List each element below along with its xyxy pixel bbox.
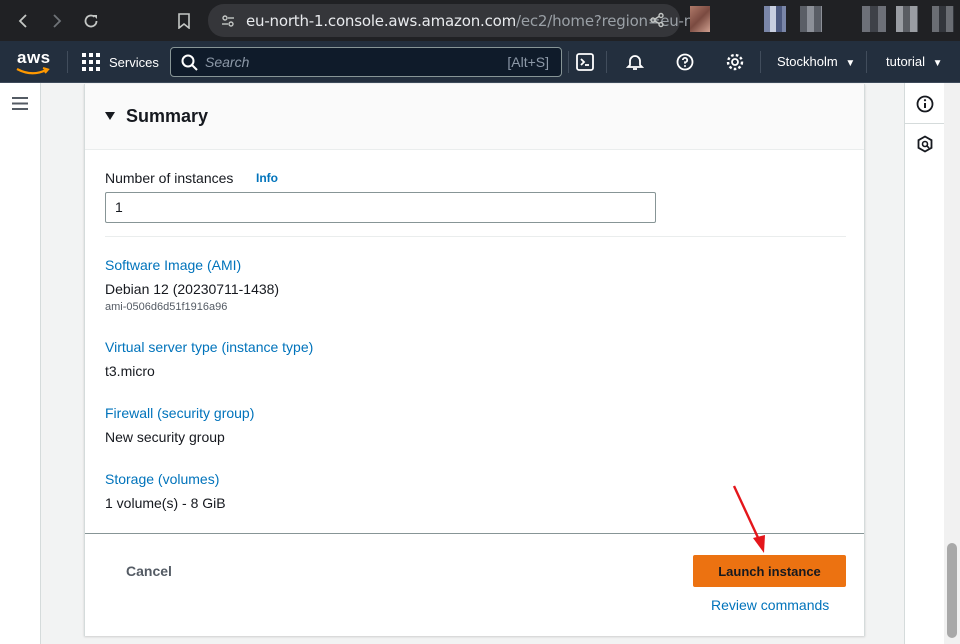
search-input[interactable]: Search [Alt+S] — [170, 47, 562, 77]
cloudshell-icon[interactable] — [574, 51, 596, 73]
services-label: Services — [109, 55, 159, 70]
caret-down-icon: ▼ — [933, 58, 943, 69]
instance-type-link[interactable]: Virtual server type (instance type) — [105, 339, 313, 355]
cancel-button[interactable]: Cancel — [126, 563, 172, 579]
extension-icon[interactable] — [764, 6, 786, 32]
info-panel-icon[interactable] — [916, 95, 934, 113]
region-selector[interactable]: Stockholm ▼ — [777, 54, 855, 69]
firewall-link[interactable]: Firewall (security group) — [105, 405, 254, 421]
notifications-bell-icon[interactable] — [624, 51, 646, 73]
caret-down-icon: ▼ — [845, 58, 855, 69]
number-of-instances-input[interactable]: 1 — [105, 192, 656, 223]
browser-toolbar: eu-north-1.console.aws.amazon.com/ec2/ho… — [0, 0, 960, 41]
account-label: tutorial — [886, 54, 925, 69]
hamburger-menu-icon[interactable] — [12, 97, 28, 110]
profile-avatar[interactable] — [932, 6, 954, 32]
info-link[interactable]: Info — [256, 171, 278, 185]
extension-icon[interactable] — [800, 6, 822, 32]
summary-header[interactable]: Summary — [85, 84, 864, 150]
left-navigation-rail — [0, 83, 41, 644]
help-icon[interactable] — [674, 51, 696, 73]
address-bar[interactable]: eu-north-1.console.aws.amazon.com/ec2/ho… — [208, 4, 680, 37]
software-image-value: Debian 12 (20230711-1438) — [105, 281, 279, 297]
firewall-value: New security group — [105, 429, 225, 445]
summary-title: Summary — [126, 106, 208, 127]
annotation-arrow-icon — [720, 480, 780, 560]
ami-id: ami-0506d6d51f1916a96 — [105, 301, 227, 313]
storage-value: 1 volume(s) - 8 GiB — [105, 495, 226, 511]
feedback-hexagon-icon[interactable] — [916, 135, 934, 153]
extension-icon[interactable] — [896, 6, 918, 32]
extension-icon[interactable] — [862, 6, 886, 32]
services-menu[interactable]: Services — [82, 51, 159, 73]
collapse-caret-icon[interactable] — [105, 112, 115, 120]
aws-logo-text: aws — [17, 48, 51, 68]
back-icon[interactable] — [11, 9, 35, 33]
site-settings-icon[interactable] — [220, 13, 236, 29]
aws-logo[interactable]: aws — [14, 50, 52, 76]
number-of-instances-label: Number of instances — [105, 170, 233, 186]
search-placeholder: Search — [205, 54, 249, 70]
search-icon — [181, 54, 198, 71]
url-text: eu-north-1.console.aws.amazon.com/ec2/ho… — [246, 12, 707, 30]
bookmark-icon[interactable] — [172, 9, 196, 33]
software-image-link[interactable]: Software Image (AMI) — [105, 257, 241, 273]
scrollbar-thumb[interactable] — [947, 543, 957, 638]
instance-type-value: t3.micro — [105, 363, 155, 379]
right-tools-rail — [904, 83, 944, 644]
grid-icon — [82, 53, 100, 71]
divider — [105, 236, 846, 237]
settings-gear-icon[interactable] — [724, 51, 746, 73]
account-menu[interactable]: tutorial ▼ — [886, 54, 943, 69]
reload-icon[interactable] — [79, 9, 103, 33]
aws-smile-icon — [16, 67, 50, 76]
storage-link[interactable]: Storage (volumes) — [105, 471, 219, 487]
region-label: Stockholm — [777, 54, 838, 69]
share-icon[interactable] — [649, 12, 665, 28]
aws-console-header: aws Services Search [Alt+S] Stockholm ▼ … — [0, 41, 960, 83]
review-commands-link[interactable]: Review commands — [711, 597, 829, 613]
search-shortcut: [Alt+S] — [507, 54, 549, 70]
page-scrollbar[interactable] — [944, 83, 960, 644]
extension-icon[interactable] — [690, 6, 710, 32]
forward-icon[interactable] — [45, 9, 69, 33]
